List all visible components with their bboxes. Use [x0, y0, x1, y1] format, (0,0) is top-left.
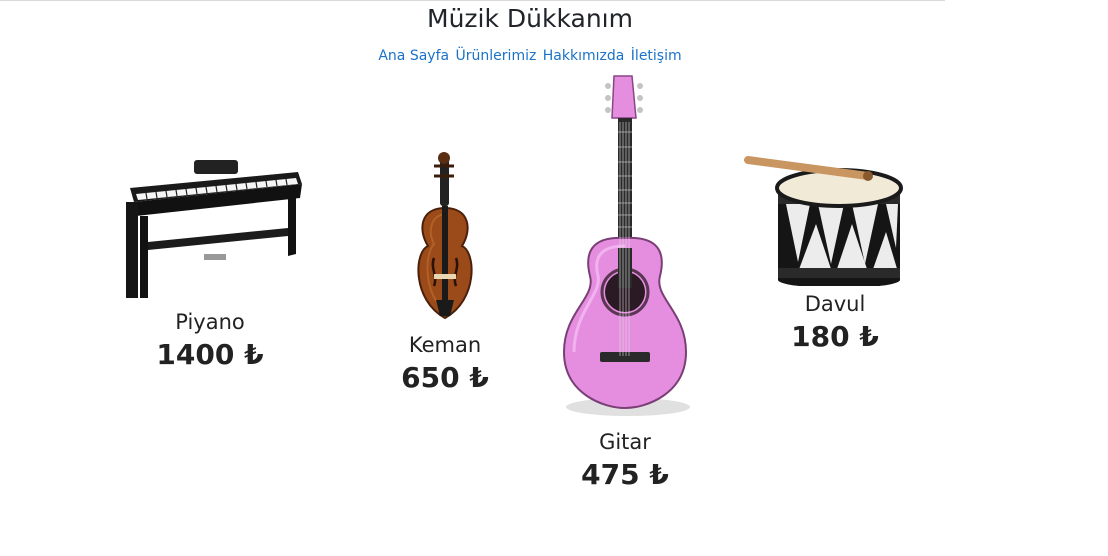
product-card-guitar: Gitar 475 ₺: [534, 72, 716, 491]
guitar-image: [562, 75, 690, 416]
top-divider: [0, 0, 945, 1]
product-price-guitar: 475 ₺: [581, 458, 669, 491]
product-price-drum: 180 ₺: [791, 320, 879, 353]
product-name-piano: Piyano: [175, 310, 245, 334]
nav-link-products[interactable]: Ürünlerimiz: [456, 48, 537, 64]
nav-link-home[interactable]: Ana Sayfa: [378, 48, 449, 64]
product-card-drum: Davul 180 ₺: [740, 152, 930, 353]
nav-link-about[interactable]: Hakkımızda: [543, 48, 625, 64]
product-name-drum: Davul: [804, 292, 866, 316]
product-price-violin: 650 ₺: [401, 361, 489, 394]
product-name-guitar: Gitar: [599, 430, 651, 454]
site-title: Müzik Dükkanım: [427, 4, 633, 33]
violin-image: [417, 152, 473, 320]
nav-link-contact[interactable]: İletişim: [631, 48, 682, 64]
product-name-violin: Keman: [408, 333, 482, 357]
product-card-piano: Piyano 1400 ₺: [112, 150, 308, 371]
product-price-piano: 1400 ₺: [156, 338, 264, 371]
drum-image: [744, 156, 903, 286]
piano-image: [126, 160, 302, 298]
main-nav: Ana Sayfa Ürünlerimiz Hakkımızda İletişi…: [0, 48, 1060, 64]
product-card-violin: Keman 650 ₺: [390, 150, 500, 394]
